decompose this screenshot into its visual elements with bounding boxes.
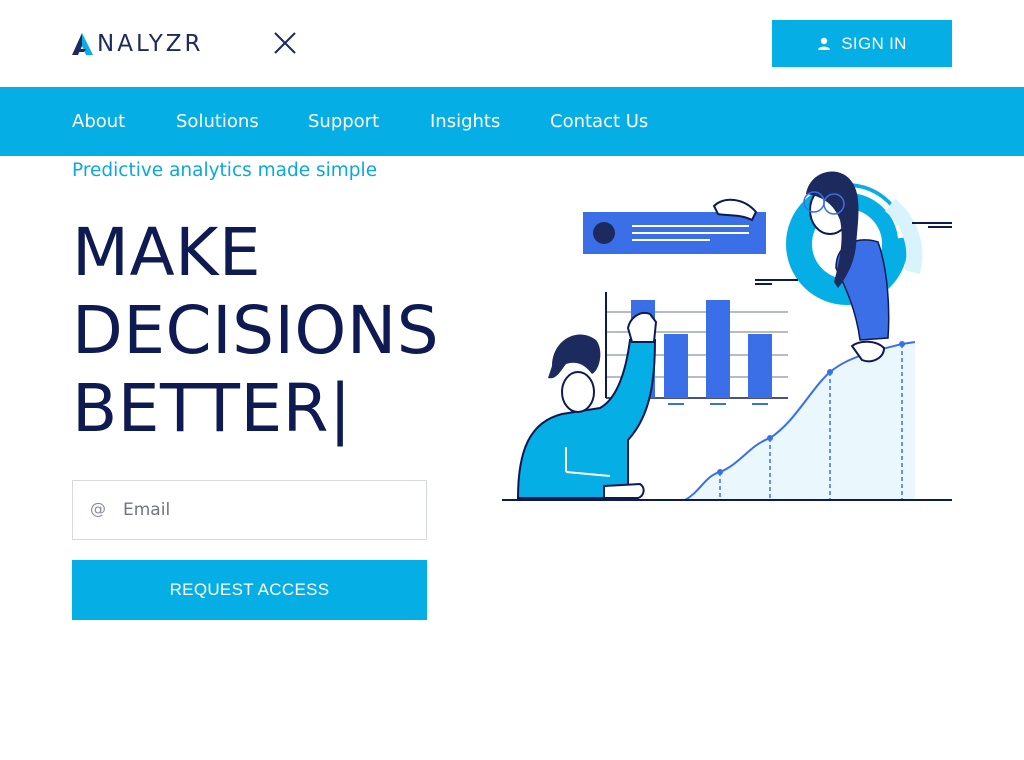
analytics-team-illustration <box>502 171 952 501</box>
user-icon <box>818 37 831 50</box>
logo-text: NALYZR <box>97 31 204 57</box>
headline-line: BETTER| <box>72 370 352 447</box>
top-header: NALYZR SIGN IN <box>0 0 1024 87</box>
nav-item-contact-us[interactable]: Contact Us <box>550 87 648 156</box>
headline-line: MAKE <box>72 214 262 291</box>
nav-item-support[interactable]: Support <box>308 87 379 156</box>
analyzr-logo-icon <box>72 33 93 55</box>
nav-item-insights[interactable]: Insights <box>430 87 500 156</box>
sign-in-label: SIGN IN <box>841 33 907 53</box>
at-sign-icon: @ <box>90 498 106 518</box>
close-icon <box>274 32 296 54</box>
email-field-wrapper: @ <box>72 480 427 540</box>
nav-item-about[interactable]: About <box>72 87 125 156</box>
close-menu-button[interactable] <box>272 30 298 56</box>
email-input[interactable] <box>123 481 426 539</box>
request-access-button[interactable]: REQUEST ACCESS <box>72 560 427 620</box>
hero-illustration <box>500 160 960 510</box>
nav-item-solutions[interactable]: Solutions <box>176 87 259 156</box>
sign-in-button[interactable]: SIGN IN <box>772 20 952 67</box>
logo[interactable]: NALYZR <box>72 30 204 58</box>
hero-headline: MAKE DECISIONS BETTER| <box>72 214 439 448</box>
main-nav: About Solutions Support Insights Contact… <box>0 87 1024 156</box>
person-left-graphic <box>516 312 658 499</box>
headline-line: DECISIONS <box>72 292 440 369</box>
hero-tagline: Predictive analytics made simple <box>72 160 378 181</box>
message-card-graphic <box>583 212 798 285</box>
